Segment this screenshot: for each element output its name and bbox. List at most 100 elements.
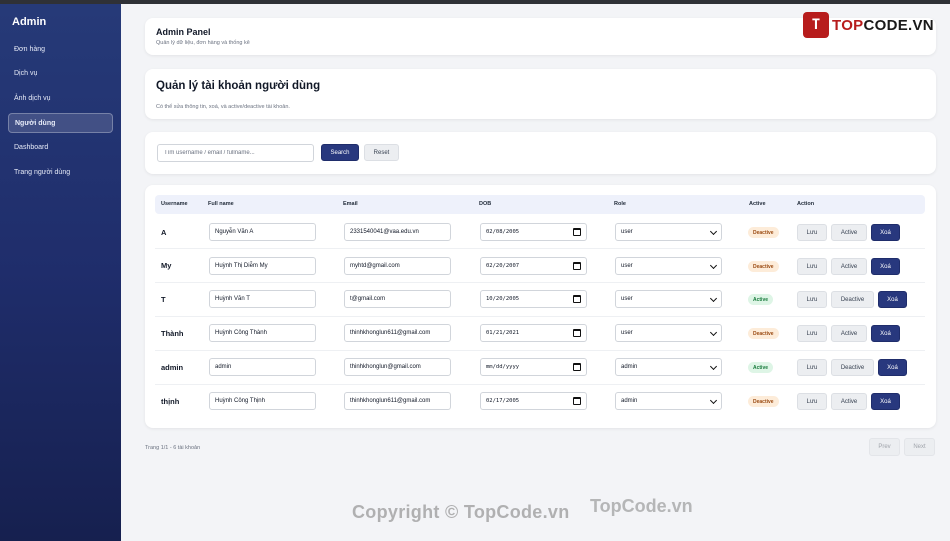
delete-button[interactable]: Xoá	[878, 291, 907, 308]
pagination-info: Trang 1/1 - 6 tài khoản	[145, 445, 201, 451]
table-header: Username Full name Email DOB Role Active…	[155, 195, 925, 214]
table-row: My Huỳnh Thị Diễm My myhtd@gmail.com 02/…	[155, 249, 925, 282]
email-field[interactable]: thinhkhonglun611@gmail.com	[344, 324, 451, 342]
table-row: thịnh Huỳnh Công Thịnh thinhkhonglun611@…	[155, 385, 925, 418]
dob-field[interactable]: 01/21/2021	[480, 324, 587, 342]
username-cell: admin	[161, 363, 184, 372]
header-action: Action	[797, 201, 815, 207]
sidebar-item-orders[interactable]: Đơn hàng	[8, 40, 113, 60]
calendar-icon[interactable]	[573, 329, 581, 337]
delete-button[interactable]: Xoá	[871, 224, 900, 241]
delete-button[interactable]: Xoá	[871, 258, 900, 275]
fullname-field[interactable]: Huỳnh Thị Diễm My	[209, 257, 316, 275]
header-fullname: Full name	[208, 201, 234, 207]
search-button[interactable]: Search	[321, 144, 359, 161]
window-top-strip	[0, 0, 950, 4]
save-button[interactable]: Lưu	[797, 393, 827, 410]
save-button[interactable]: Lưu	[797, 258, 827, 275]
header-dob: DOB	[479, 201, 492, 207]
page-subtitle: Có thể sửa thông tin, xoá, và active/dea…	[156, 104, 290, 110]
toggle-active-button[interactable]: Active	[831, 258, 867, 275]
role-select[interactable]: user	[615, 324, 722, 342]
chevron-down-icon	[709, 227, 718, 236]
calendar-icon[interactable]	[573, 397, 581, 405]
watermark-topcode: TopCode.vn	[590, 496, 693, 516]
toggle-active-button[interactable]: Active	[831, 224, 867, 241]
header-title: Admin Panel	[156, 27, 211, 37]
reset-button[interactable]: Reset	[364, 144, 399, 161]
toggle-active-button[interactable]: Deactive	[831, 359, 874, 376]
table-row: T Huỳnh Văn T t@gmail.com 10/20/2005 use…	[155, 283, 925, 316]
sidebar-brand: Admin	[12, 16, 47, 28]
dob-field[interactable]: 02/20/2007	[480, 257, 587, 275]
fullname-field[interactable]: Nguyễn Văn A	[209, 223, 316, 241]
chevron-down-icon	[709, 362, 718, 371]
dob-field[interactable]: 02/17/2005	[480, 392, 587, 410]
delete-button[interactable]: Xoá	[878, 359, 907, 376]
fullname-field[interactable]: admin	[209, 358, 316, 376]
sidebar-item-dashboard[interactable]: Dashboard	[8, 138, 113, 158]
toggle-active-button[interactable]: Active	[831, 393, 867, 410]
page-title-card: Quản lý tài khoản người dùng Có thể sửa …	[145, 69, 936, 119]
calendar-icon[interactable]	[573, 262, 581, 270]
role-select[interactable]: user	[615, 257, 722, 275]
delete-button[interactable]: Xoá	[871, 393, 900, 410]
dob-field[interactable]: mm/dd/yyyy	[480, 358, 587, 376]
chevron-down-icon	[709, 396, 718, 405]
save-button[interactable]: Lưu	[797, 224, 827, 241]
sidebar-item-services[interactable]: Dịch vụ	[8, 64, 113, 84]
email-field[interactable]: thinhkhonglun611@gmail.com	[344, 392, 451, 410]
table-row: admin admin thinhkhonglun@gmail.com mm/d…	[155, 351, 925, 384]
header-username: Username	[161, 201, 188, 207]
sidebar: Admin Đơn hàng Dịch vụ Ảnh dịch vụ Người…	[0, 4, 121, 541]
save-button[interactable]: Lưu	[797, 291, 827, 308]
save-button[interactable]: Lưu	[797, 359, 827, 376]
username-cell: T	[161, 295, 166, 304]
save-button[interactable]: Lưu	[797, 325, 827, 342]
sidebar-item-user-page[interactable]: Trang người dùng	[8, 163, 113, 183]
status-badge: Deactive	[748, 328, 779, 339]
status-badge: Deactive	[748, 396, 779, 407]
role-select[interactable]: admin	[615, 358, 722, 376]
toggle-active-button[interactable]: Deactive	[831, 291, 874, 308]
status-badge: Deactive	[748, 261, 779, 272]
sidebar-item-service-images[interactable]: Ảnh dịch vụ	[8, 89, 113, 109]
toggle-active-button[interactable]: Active	[831, 325, 867, 342]
status-badge: Active	[748, 362, 774, 373]
fullname-field[interactable]: Huỳnh Công Thành	[209, 324, 316, 342]
calendar-icon[interactable]	[573, 295, 581, 303]
chevron-down-icon	[709, 261, 718, 270]
status-badge: Deactive	[748, 227, 779, 238]
role-select[interactable]: user	[615, 223, 722, 241]
calendar-icon[interactable]	[573, 363, 581, 371]
email-field[interactable]: t@gmail.com	[344, 290, 451, 308]
fullname-field[interactable]: Huỳnh Công Thịnh	[209, 392, 316, 410]
fullname-field[interactable]: Huỳnh Văn T	[209, 290, 316, 308]
chevron-down-icon	[709, 294, 718, 303]
next-button[interactable]: Next	[904, 438, 935, 456]
dob-field[interactable]: 02/08/2005	[480, 223, 587, 241]
table-row: Thành Huỳnh Công Thành thinhkhonglun611@…	[155, 317, 925, 350]
username-cell: My	[161, 261, 172, 270]
prev-button[interactable]: Prev	[869, 438, 900, 456]
sidebar-item-users[interactable]: Người dùng	[8, 113, 113, 133]
header-active: Active	[749, 201, 766, 207]
email-field[interactable]: myhtd@gmail.com	[344, 257, 451, 275]
page-title: Quản lý tài khoản người dùng	[156, 80, 321, 92]
email-field[interactable]: thinhkhonglun@gmail.com	[344, 358, 451, 376]
delete-button[interactable]: Xoá	[871, 325, 900, 342]
topcode-logo: T TOPCODE.VN	[803, 12, 934, 38]
watermark-copyright: Copyright © TopCode.vn	[352, 502, 570, 522]
email-field[interactable]: 2331540041@vaa.edu.vn	[344, 223, 451, 241]
dob-field[interactable]: 10/20/2005	[480, 290, 587, 308]
role-select[interactable]: admin	[615, 392, 722, 410]
header-role: Role	[614, 201, 626, 207]
search-input[interactable]	[157, 144, 314, 162]
role-select[interactable]: user	[615, 290, 722, 308]
status-badge: Active	[748, 294, 774, 305]
table-row: A Nguyễn Văn A 2331540041@vaa.edu.vn 02/…	[155, 216, 925, 249]
calendar-icon[interactable]	[573, 228, 581, 236]
search-card: Search Reset	[145, 132, 936, 174]
header-subtitle: Quản lý dữ liệu, đơn hàng và thống kê	[156, 40, 250, 46]
chevron-down-icon	[709, 328, 718, 337]
